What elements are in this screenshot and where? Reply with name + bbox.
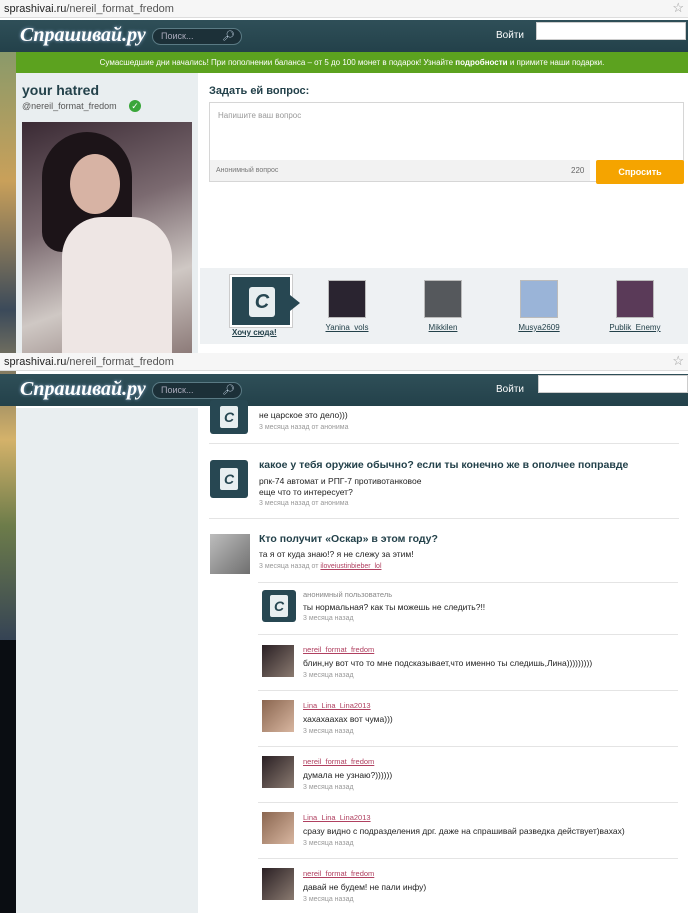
bookmark-star-icon[interactable]: ☆ [672,0,684,16]
user-avatar[interactable] [262,756,294,788]
reply-author[interactable]: nereil_format_fredom [303,757,374,766]
divider [258,634,678,635]
bookmark-star-icon[interactable]: ☆ [672,353,684,369]
want-here-button[interactable]: C [230,275,300,327]
user-name[interactable]: Musya2609 [499,323,579,332]
address-bar[interactable]: sprashivai.ru/nereil_format_fredom [0,353,688,371]
ask-button[interactable]: Спросить [596,160,684,184]
reply-time: 3 месяца назад [303,784,354,791]
anonymous-avatar: C [262,590,296,622]
search-placeholder: Поиск... [161,31,194,41]
user-avatar[interactable] [262,700,294,732]
arrow-right-icon [290,295,300,311]
divider [258,746,678,747]
anonymous-avatar: C [210,400,248,434]
site-logo[interactable]: Спрашивай.ру [20,378,146,401]
user-name[interactable]: Yanina_vols [307,323,387,332]
url-domain: sprashivai.ru [4,356,67,368]
answer-meta: 3 месяца назад от iloveiustinbieber_lol [259,563,382,570]
divider [258,802,678,803]
user-avatar[interactable] [262,868,294,900]
reply-text: ты нормальная? как ты можешь не следить?… [303,602,486,612]
divider [258,858,678,859]
reply-author[interactable]: nereil_format_fredom [303,869,374,878]
question-placeholder: Напишите ваш вопрос [218,111,302,120]
user-avatar[interactable] [210,534,250,574]
question-title[interactable]: Кто получит «Оскар» в этом году? [259,533,438,545]
login-button[interactable]: Войти [496,384,524,395]
reply-text: хахахаахах вот чума))) [303,714,393,724]
user-avatar[interactable] [424,280,462,318]
reply-text: блин,ну вот что то мне подсказывает,что … [303,658,593,668]
background-strip [0,640,16,913]
reply-author[interactable]: Lina_Lina_Lina2013 [303,701,371,710]
reply-author[interactable]: Lina_Lina_Lina2013 [303,813,371,822]
divider [209,518,679,519]
user-avatar[interactable] [520,280,558,318]
divider [258,690,678,691]
anonymous-question-toggle[interactable]: Анонимный вопрос [210,160,590,181]
reply-text: сразу видно с подразделения дрг. даже на… [303,826,625,836]
user-avatar[interactable] [328,280,366,318]
promo-details-link[interactable]: подробности [455,58,507,67]
search-icon[interactable]: 🔎︎ [222,383,235,398]
promo-banner: Сумасшедшие дни начались! При пополнении… [16,52,688,73]
char-counter: 220 [571,166,585,175]
reply-time: 3 месяца назад [303,672,354,679]
login-field[interactable] [536,22,686,40]
divider [209,443,679,444]
reply-time: 3 месяца назад [303,728,354,735]
reply-text: давай не будем! не пали инфу) [303,882,427,892]
profile-sidebar [16,408,198,913]
url-path: /nereil_format_fredom [66,356,174,368]
site-logo[interactable]: Спрашивай.ру [20,24,146,47]
search-icon[interactable]: 🔎︎ [222,29,235,44]
answer-meta: 3 месяца назад от анонима [259,424,349,431]
answer-text: рпк-74 автомат и РПГ-7 противотанковое [259,476,422,486]
url-domain: sprashivai.ru [4,3,67,15]
login-field[interactable] [538,375,688,393]
reply-author: анонимный пользователь [303,590,393,599]
url-path: /nereil_format_fredom [66,3,174,15]
answer-text: не царское это дело))) [259,410,348,420]
user-name[interactable]: Publik_Enemy [595,323,675,332]
answer-text: еще что то интересует? [259,487,353,497]
answer-text: та я от куда знаю!? я не слежу за этим! [259,549,414,559]
anonymous-avatar: C [210,460,248,498]
site-header: Спрашивай.ру Поиск... 🔎︎ Войти [0,20,688,52]
ask-title: Задать ей вопрос: [209,85,310,97]
promo-text-before: Сумасшедшие дни начались! При пополнении… [99,58,454,67]
reply-text: думала не узнаю?)))))) [303,770,393,780]
meta-prefix: 3 месяца назад от [259,563,319,570]
promo-text-after: и примите наши подарки. [509,58,605,67]
question-title[interactable]: какое у тебя оружие обычно? если ты коне… [259,459,628,471]
check-icon: ✓ [129,100,141,112]
user-avatar[interactable] [262,645,294,677]
user-avatar[interactable] [262,812,294,844]
search-input[interactable]: Поиск... 🔎︎ [152,382,242,399]
site-header: Спрашивай.ру Поиск... 🔎︎ Войти [0,374,688,406]
address-bar[interactable]: sprashivai.ru/nereil_format_fredom [0,0,688,18]
user-avatar[interactable] [616,280,654,318]
profile-name: your hatred [22,82,100,98]
user-name[interactable]: Mikkilen [403,323,483,332]
reply-time: 3 месяца назад [303,615,354,622]
search-input[interactable]: Поиск... 🔎︎ [152,28,242,45]
reply-time: 3 месяца назад [303,896,354,903]
want-here-label[interactable]: Хочу сюда! [232,328,277,337]
profile-photo[interactable] [22,122,192,354]
search-placeholder: Поиск... [161,385,194,395]
reply-time: 3 месяца назад [303,840,354,847]
asker-link[interactable]: iloveiustinbieber_lol [320,563,381,570]
login-button[interactable]: Войти [496,30,524,41]
reply-author[interactable]: nereil_format_fredom [303,645,374,654]
answer-meta: 3 месяца назад от анонима [259,500,349,507]
profile-handle: @nereil_format_fredom [22,101,117,111]
divider [258,582,678,583]
